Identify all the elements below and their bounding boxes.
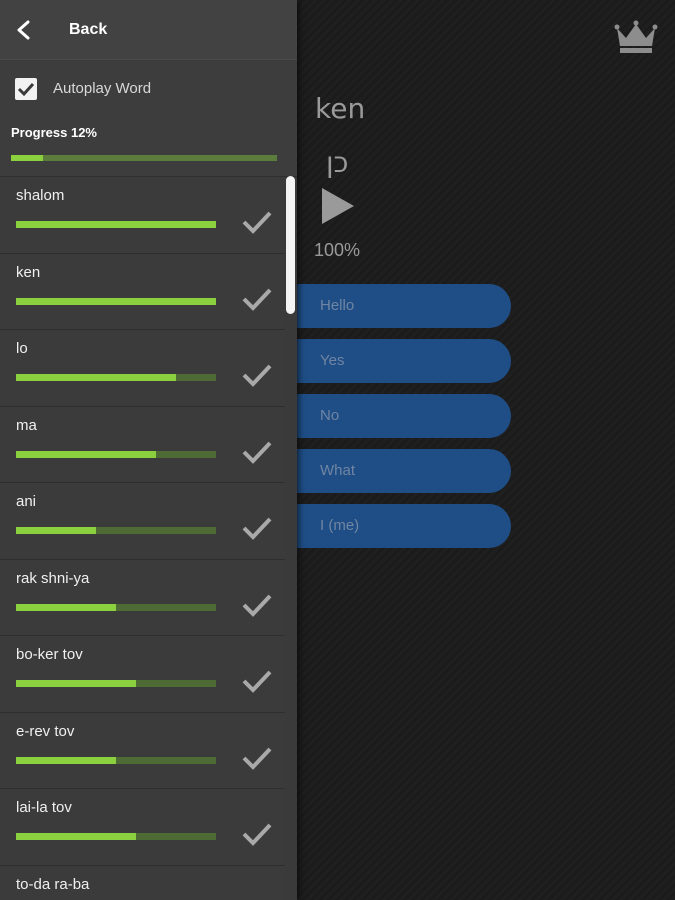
overall-progress: Progress 12%	[0, 117, 297, 177]
word-progress-bar	[16, 527, 216, 534]
progress-label: Progress 12%	[11, 125, 97, 140]
word-progress-fill	[16, 374, 176, 381]
list-item[interactable]: shalom	[0, 177, 285, 254]
list-item-label: lo	[16, 340, 28, 357]
list-item[interactable]: lo	[0, 330, 285, 407]
word-progress-bar	[16, 450, 216, 458]
list-item-label: to-da ra-ba	[16, 875, 90, 893]
word-percent: 100%	[314, 240, 361, 260]
list-item[interactable]: e-rev tov	[0, 712, 285, 789]
list-item[interactable]: ken	[0, 253, 285, 330]
checkmark-icon	[242, 441, 272, 464]
list-item[interactable]: to-da ra-ba	[0, 865, 285, 900]
hebrew-word: כן	[326, 146, 349, 179]
word-progress-bar	[16, 297, 216, 305]
list-item[interactable]: bo-ker tov	[0, 636, 285, 713]
list-item-label: ma	[16, 416, 37, 434]
word-progress-fill	[16, 756, 116, 764]
scrollbar[interactable]	[286, 176, 295, 314]
progress-bar	[11, 155, 277, 161]
word-progress-bar	[16, 833, 216, 840]
answer-button[interactable]: Hello	[296, 284, 511, 328]
list-item-label: rak shni-ya	[16, 569, 90, 587]
word-progress-bar	[16, 680, 216, 687]
word-progress-bar	[16, 603, 216, 611]
navigation-drawer: Back Autoplay Word Progress 12% shalom ke…	[0, 0, 297, 900]
checkmark-icon	[242, 211, 272, 234]
list-item[interactable]: ma	[0, 406, 285, 483]
checkmark-icon	[242, 747, 272, 770]
back-button[interactable]: Back	[69, 21, 107, 39]
word-progress-fill	[16, 297, 216, 305]
answer-button[interactable]: No	[296, 394, 511, 438]
list-item-label: e-rev tov	[16, 722, 75, 740]
current-word: ken	[315, 92, 366, 125]
checkmark-icon	[17, 82, 35, 97]
play-icon[interactable]	[318, 186, 358, 226]
progress-bar-fill	[11, 155, 43, 161]
crown-icon[interactable]	[614, 20, 658, 54]
checkmark-icon	[242, 670, 272, 693]
list-item[interactable]: ani	[0, 483, 285, 560]
word-progress-bar	[16, 221, 216, 228]
checkmark-icon	[242, 288, 272, 311]
word-progress-fill	[16, 450, 156, 458]
list-item[interactable]: rak shni-ya	[0, 559, 285, 636]
word-progress-fill	[16, 603, 116, 611]
autoplay-checkbox[interactable]	[15, 78, 37, 100]
checkmark-icon	[242, 823, 272, 846]
autoplay-toggle[interactable]: Autoplay Word	[0, 60, 297, 117]
checkmark-icon	[242, 517, 272, 540]
word-progress-fill	[16, 833, 136, 840]
answer-button[interactable]: Yes	[296, 339, 511, 383]
list-item[interactable]: lai-la tov	[0, 789, 285, 866]
word-progress-fill	[16, 221, 216, 228]
list-item-label: ken	[16, 263, 41, 281]
word-progress-bar	[16, 374, 216, 381]
word-list[interactable]: shalom ken lo ma ani rak shni-ya bo-ker tov e-r…	[0, 177, 285, 900]
list-item-label: lai-la tov	[16, 799, 72, 816]
word-progress-bar	[16, 756, 216, 764]
list-item-label: shalom	[16, 187, 65, 204]
word-progress-fill	[16, 680, 136, 687]
back-arrow-icon[interactable]	[14, 20, 34, 40]
answer-button[interactable]: What	[296, 449, 511, 493]
word-progress-fill	[16, 527, 96, 534]
checkmark-icon	[242, 364, 272, 387]
list-item-label: ani	[16, 493, 37, 510]
list-item-label: bo-ker tov	[16, 646, 83, 663]
autoplay-label: Autoplay Word	[53, 80, 152, 97]
drawer-header: Back	[0, 0, 297, 60]
checkmark-icon	[242, 594, 272, 617]
answer-button[interactable]: I (me)	[296, 504, 511, 548]
